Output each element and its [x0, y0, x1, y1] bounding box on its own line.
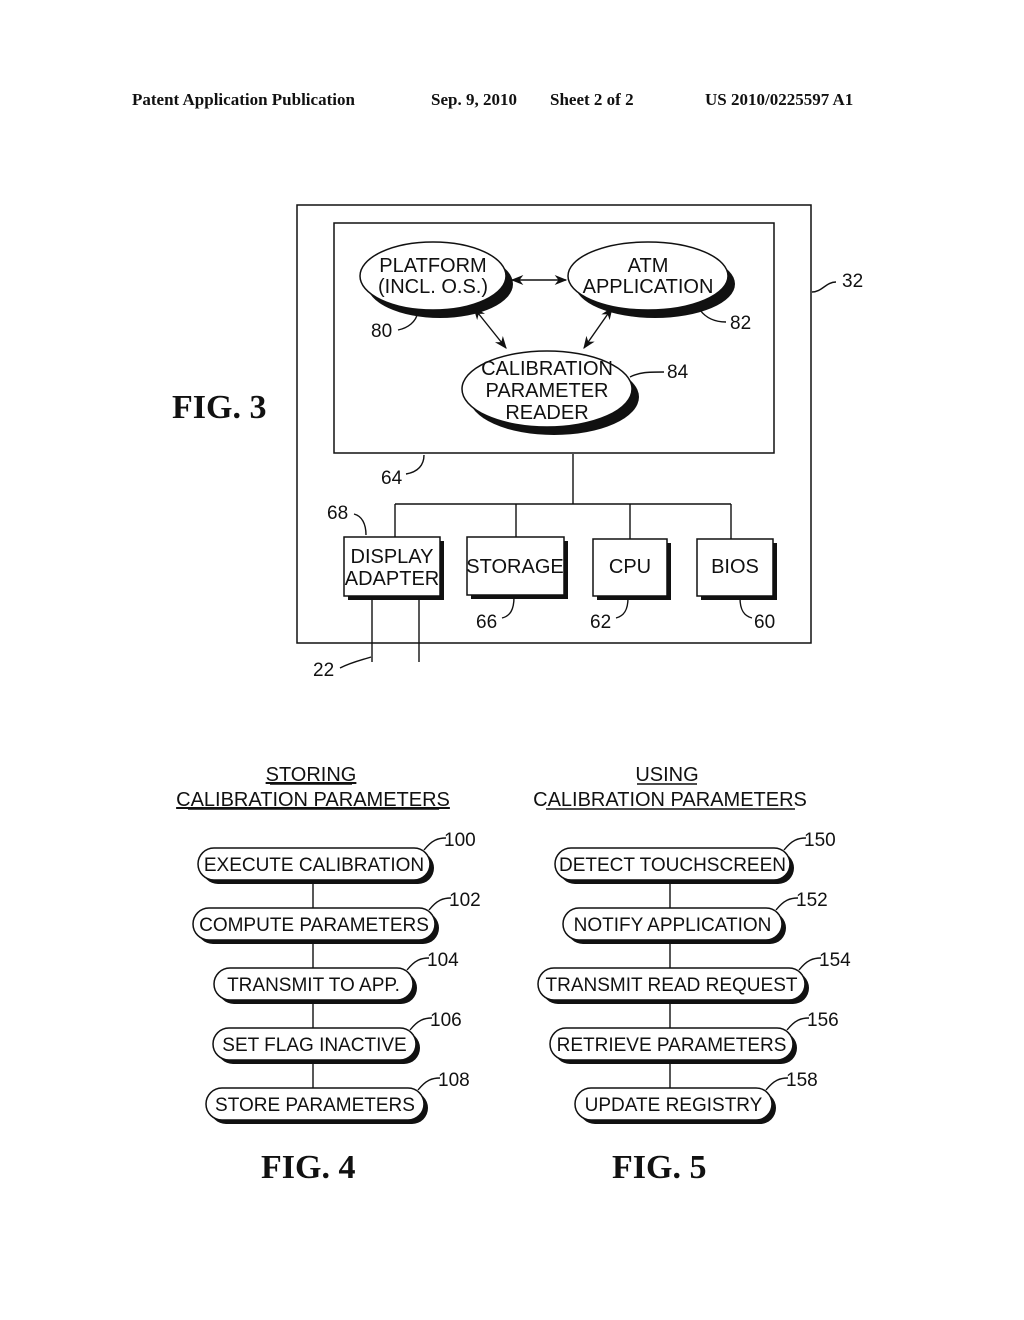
calib-label-2: PARAMETER — [486, 380, 609, 402]
step-ref: 106 — [430, 1010, 462, 1031]
ref-82: 82 — [730, 313, 751, 334]
bios-label: BIOS — [711, 556, 759, 578]
ref-leader — [428, 897, 452, 911]
step-label: SET FLAG INACTIVE — [222, 1035, 406, 1056]
atm-application-node: ATM APPLICATION — [567, 241, 735, 318]
atm-label-2: APPLICATION — [583, 276, 714, 298]
ref-62: 62 — [590, 612, 611, 633]
fig5-step: UPDATE REGISTRY 158 — [574, 1070, 818, 1124]
ref-leader-60 — [739, 597, 753, 619]
fig5-step: RETRIEVE PARAMETERS 156 — [549, 1010, 839, 1064]
ref-leader-22 — [339, 656, 372, 669]
fig4-step: STORE PARAMETERS 108 — [205, 1070, 470, 1124]
bios-box: BIOS — [696, 538, 777, 600]
fig4-step: TRANSMIT TO APP. 104 — [213, 950, 459, 1004]
ref-leader-82 — [699, 309, 727, 323]
step-label: TRANSMIT READ REQUEST — [546, 975, 798, 996]
fig5-heading-1: USING — [635, 764, 698, 786]
ref-60: 60 — [754, 612, 775, 633]
fig4-step: COMPUTE PARAMETERS 102 — [192, 890, 481, 944]
storage-label: STORAGE — [466, 556, 563, 578]
ref-32: 32 — [842, 271, 863, 292]
ref-22: 22 — [313, 660, 334, 681]
display-adapter-label-1: DISPLAY — [351, 546, 434, 568]
step-label: TRANSMIT TO APP. — [227, 975, 400, 996]
fig5-title: FIG. 5 — [612, 1149, 706, 1186]
display-adapter-label-2: ADAPTER — [345, 568, 439, 590]
step-label: DETECT TOUCHSCREEN — [559, 855, 786, 876]
fig3-title: FIG. 3 — [172, 389, 266, 426]
cpu-box: CPU — [592, 538, 671, 600]
ref-leader — [786, 1017, 810, 1031]
ref-64: 64 — [381, 468, 403, 489]
step-label: COMPUTE PARAMETERS — [199, 915, 429, 936]
fig5-step: DETECT TOUCHSCREEN 150 — [554, 830, 836, 884]
step-ref: 104 — [427, 950, 459, 971]
step-ref: 154 — [819, 950, 851, 971]
ref-leader — [423, 837, 447, 851]
ref-68: 68 — [327, 503, 348, 524]
ref-leader — [406, 957, 430, 971]
fig3: FIG. 3 32 64 PLATFORM (INCL. O.S.) 80 AT… — [172, 204, 863, 681]
ref-leader-66 — [501, 596, 515, 619]
step-label: NOTIFY APPLICATION — [574, 915, 772, 936]
platform-node: PLATFORM (INCL. O.S.) — [359, 241, 513, 318]
cpu-label: CPU — [609, 556, 651, 578]
display-adapter-box: DISPLAY ADAPTER — [343, 536, 444, 600]
ref-66: 66 — [476, 612, 497, 633]
step-label: STORE PARAMETERS — [215, 1095, 415, 1116]
ref-leader-84 — [629, 371, 665, 378]
step-ref: 102 — [449, 890, 481, 911]
fig4-flowchart: EXECUTE CALIBRATION 100 COMPUTE PARAMETERS… — [192, 830, 481, 1124]
fig5-step: NOTIFY APPLICATION 152 — [562, 890, 828, 944]
platform-label-1: PLATFORM — [379, 255, 486, 277]
atm-label-1: ATM — [628, 255, 669, 277]
step-ref: 152 — [796, 890, 828, 911]
fig5-heading-2: CALIBRATION PARAMETERS — [533, 789, 807, 811]
arrow-atm-calib — [583, 306, 613, 350]
step-ref: 150 — [804, 830, 836, 851]
ref-leader-32 — [811, 281, 837, 293]
fig4: STORING CALIBRATION PARAMETERS EXECUTE C… — [176, 764, 481, 1186]
step-label: UPDATE REGISTRY — [585, 1095, 763, 1116]
fig5-step: TRANSMIT READ REQUEST 154 — [537, 950, 851, 1004]
fig4-step: SET FLAG INACTIVE 106 — [212, 1010, 462, 1064]
ref-leader — [417, 1077, 441, 1091]
fig5: USING CALIBRATION PARAMETERS DETECT TOUC… — [533, 764, 851, 1186]
ref-80: 80 — [371, 321, 392, 342]
ref-leader — [775, 897, 799, 911]
ref-leader-62 — [615, 597, 629, 619]
step-ref: 156 — [807, 1010, 839, 1031]
fig5-flowchart: DETECT TOUCHSCREEN 150 NOTIFY APPLICATION 1… — [537, 830, 851, 1124]
calibration-reader-node: CALIBRATION PARAMETER READER — [461, 350, 639, 435]
step-ref: 108 — [438, 1070, 470, 1091]
calib-label-1: CALIBRATION — [481, 358, 613, 380]
step-ref: 158 — [786, 1070, 818, 1091]
ref-leader-64 — [405, 454, 425, 475]
fig4-title: FIG. 4 — [261, 1149, 355, 1186]
step-ref: 100 — [444, 830, 476, 851]
ref-leader-68 — [353, 513, 367, 536]
ref-leader — [783, 837, 807, 851]
step-label: EXECUTE CALIBRATION — [204, 855, 424, 876]
fig4-heading-1: STORING — [266, 764, 357, 786]
arrow-platform-calib — [473, 307, 507, 349]
platform-label-2: (INCL. O.S.) — [378, 276, 488, 298]
patent-drawing-sheet: FIG. 3 32 64 PLATFORM (INCL. O.S.) 80 AT… — [172, 204, 863, 1186]
fig4-step: EXECUTE CALIBRATION 100 — [197, 830, 476, 884]
storage-box: STORAGE — [466, 536, 568, 599]
ref-leader — [765, 1077, 789, 1091]
fig4-heading-2: CALIBRATION PARAMETERS — [176, 789, 450, 811]
ref-leader — [798, 957, 822, 971]
ref-leader — [409, 1017, 433, 1031]
step-label: RETRIEVE PARAMETERS — [557, 1035, 787, 1056]
ref-84: 84 — [667, 362, 689, 383]
calib-label-3: READER — [505, 402, 588, 424]
